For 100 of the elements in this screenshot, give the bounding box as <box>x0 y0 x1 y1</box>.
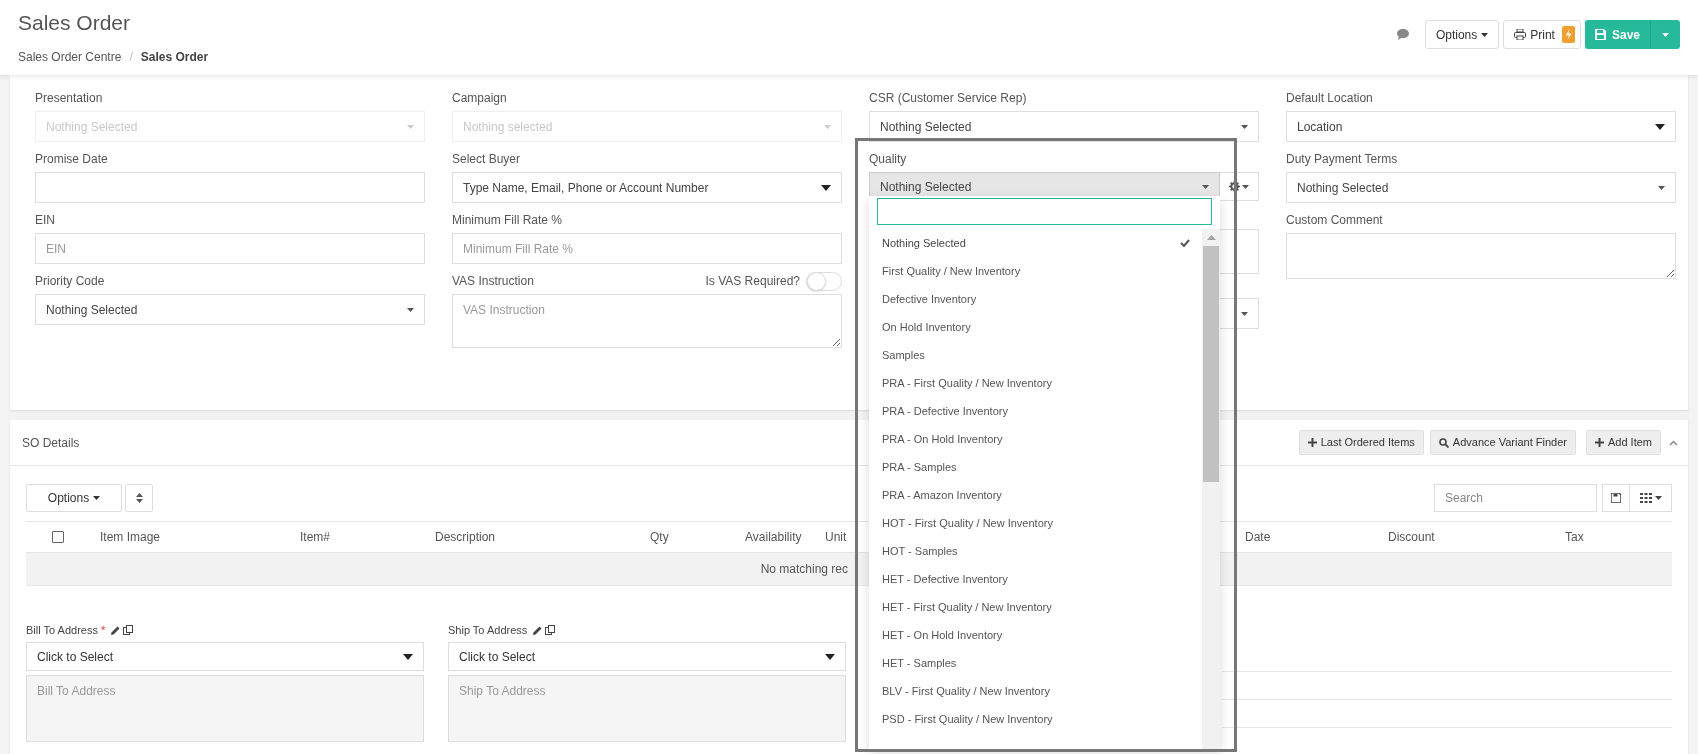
chat-bubble-icon <box>1396 29 1409 40</box>
caret-icon <box>1662 32 1669 37</box>
breadcrumb-link[interactable]: Sales Order Centre <box>18 48 122 66</box>
grid-icon <box>1639 493 1652 503</box>
breadcrumb-separator: / <box>129 49 133 66</box>
field-label: Custom Comment <box>1286 212 1383 229</box>
page-title: Sales Order <box>18 10 132 36</box>
breadcrumb-current: Sales Order <box>140 49 209 66</box>
field-label: Bill To Address <box>26 622 98 638</box>
text-area[interactable]: Ship To Address <box>448 675 846 742</box>
field-label: EIN <box>35 212 55 229</box>
caret-icon <box>407 307 414 312</box>
dropdown-option[interactable]: HET - Samples <box>869 649 1202 677</box>
field-label: Default Location <box>1286 90 1373 107</box>
toggle-label: Is VAS Required? <box>705 273 800 290</box>
lightning-badge-icon <box>1561 26 1575 43</box>
checkmark-icon <box>1180 239 1190 247</box>
field-label: VAS Instruction <box>452 273 534 290</box>
dropdown-option[interactable]: HOT - First Quality / New Inventory <box>869 509 1202 537</box>
dropdown-option[interactable]: First Quality / New Inventory <box>869 257 1202 285</box>
plus-icon <box>1307 438 1317 447</box>
copy-icon <box>123 625 134 635</box>
dropdown-option[interactable]: HET - On Hold Inventory <box>869 621 1202 649</box>
field-label: Select Buyer <box>452 151 521 168</box>
caret-icon <box>821 184 831 191</box>
input-field[interactable] <box>35 172 425 203</box>
select-field[interactable]: Nothing Selected <box>1286 172 1676 203</box>
caret-icon <box>403 653 413 660</box>
dropdown-option[interactable]: PRA - On Hold Inventory <box>869 425 1202 453</box>
caret-icon <box>1242 184 1249 189</box>
column-header[interactable]: Qty <box>650 530 669 544</box>
dropdown-option[interactable]: HET - First Quality / New Inventory <box>869 593 1202 621</box>
pencil-icon <box>111 625 121 635</box>
dropdown-option[interactable]: Samples <box>869 341 1202 369</box>
text-area[interactable]: VAS Instruction <box>452 294 842 348</box>
print-button[interactable]: Print <box>1503 20 1581 49</box>
dropdown-option[interactable]: PRA - Amazon Inventory <box>869 481 1202 509</box>
field-label: Promise Date <box>35 151 108 168</box>
toggle-switch[interactable] <box>806 271 842 291</box>
text-area[interactable]: Bill To Address <box>26 675 424 742</box>
scrollbar-thumb[interactable] <box>1203 246 1219 482</box>
dropdown-option[interactable]: PRA - First Quality / New Inventory <box>869 369 1202 397</box>
caret-icon <box>1241 124 1248 129</box>
copy-icon <box>545 625 556 635</box>
dropdown-option[interactable]: HET - Defective Inventory <box>869 565 1202 593</box>
column-header[interactable]: Unit <box>825 530 847 544</box>
select-field[interactable]: Nothing Selected <box>869 111 1259 142</box>
select-field[interactable]: Nothing Selected <box>35 294 425 325</box>
options-button[interactable]: Options <box>1424 20 1500 49</box>
caret-icon <box>1655 123 1665 130</box>
caret-icon <box>93 496 101 500</box>
required-mark: * <box>100 622 106 638</box>
empty-table-message: No matching rec <box>760 561 848 578</box>
column-header[interactable]: Item# <box>300 530 330 544</box>
column-header[interactable]: Availability <box>745 530 802 544</box>
dropdown-option[interactable]: Nothing Selected <box>869 229 1202 257</box>
field-label: Presentation <box>35 90 103 107</box>
field-label: Ship To Address <box>448 622 528 638</box>
dropdown-option[interactable]: Defective Inventory <box>869 285 1202 313</box>
scrollbar[interactable] <box>1202 229 1220 749</box>
scroll-up-arrow-icon <box>1206 235 1216 240</box>
input-field[interactable]: Minimum Fill Rate % <box>452 233 842 264</box>
toolbar-button[interactable]: Last Ordered Items <box>1298 430 1424 455</box>
text-area[interactable] <box>1286 233 1676 279</box>
column-header[interactable]: Tax <box>1565 530 1584 544</box>
dropdown-option[interactable]: PRA - Defective Inventory <box>869 397 1202 425</box>
dropdown-option[interactable]: PRA - Samples <box>869 453 1202 481</box>
select-field[interactable]: Click to Select <box>26 642 424 671</box>
column-header[interactable]: Discount <box>1388 530 1435 544</box>
search-field[interactable] <box>877 198 1212 225</box>
settings-icon <box>1229 181 1240 192</box>
input-field[interactable]: EIN <box>35 233 425 264</box>
plus-icon <box>1594 438 1604 447</box>
save-view-button[interactable] <box>1602 484 1630 512</box>
caret-icon <box>825 653 835 660</box>
sort-arrows-icon <box>135 493 143 503</box>
search-icon <box>1438 437 1449 448</box>
column-header[interactable]: Description <box>435 530 496 544</box>
caret-icon <box>1658 185 1665 190</box>
field-label: Duty Payment Terms <box>1286 151 1398 168</box>
checkbox[interactable] <box>52 531 64 543</box>
toolbar-button[interactable]: Advance Variant Finder <box>1429 430 1576 455</box>
dropdown-option[interactable]: On Hold Inventory <box>869 313 1202 341</box>
columns-button[interactable] <box>1630 484 1672 512</box>
field-label: CSR (Customer Service Rep) <box>869 90 1027 107</box>
dropdown-option[interactable]: HOT - Samples <box>869 537 1202 565</box>
select-field[interactable]: Location <box>1286 111 1676 142</box>
column-header[interactable]: Date <box>1245 530 1271 544</box>
column-header[interactable]: Item Image <box>100 530 161 544</box>
caret-icon <box>1202 184 1209 189</box>
caret-icon <box>1241 311 1248 316</box>
caret-icon <box>824 124 831 129</box>
options-button[interactable]: Options <box>26 484 122 512</box>
toolbar-button[interactable]: Add Item <box>1585 430 1661 455</box>
dropdown-option[interactable]: BLV - First Quality / New Inventory <box>869 677 1202 705</box>
select-field[interactable]: Click to Select <box>448 642 846 671</box>
select-field[interactable]: Type Name, Email, Phone or Account Number <box>452 172 842 203</box>
dropdown-option[interactable]: PSD - First Quality / New Inventory <box>869 705 1202 733</box>
sort-button[interactable] <box>125 484 153 512</box>
caret-icon <box>1654 496 1662 500</box>
